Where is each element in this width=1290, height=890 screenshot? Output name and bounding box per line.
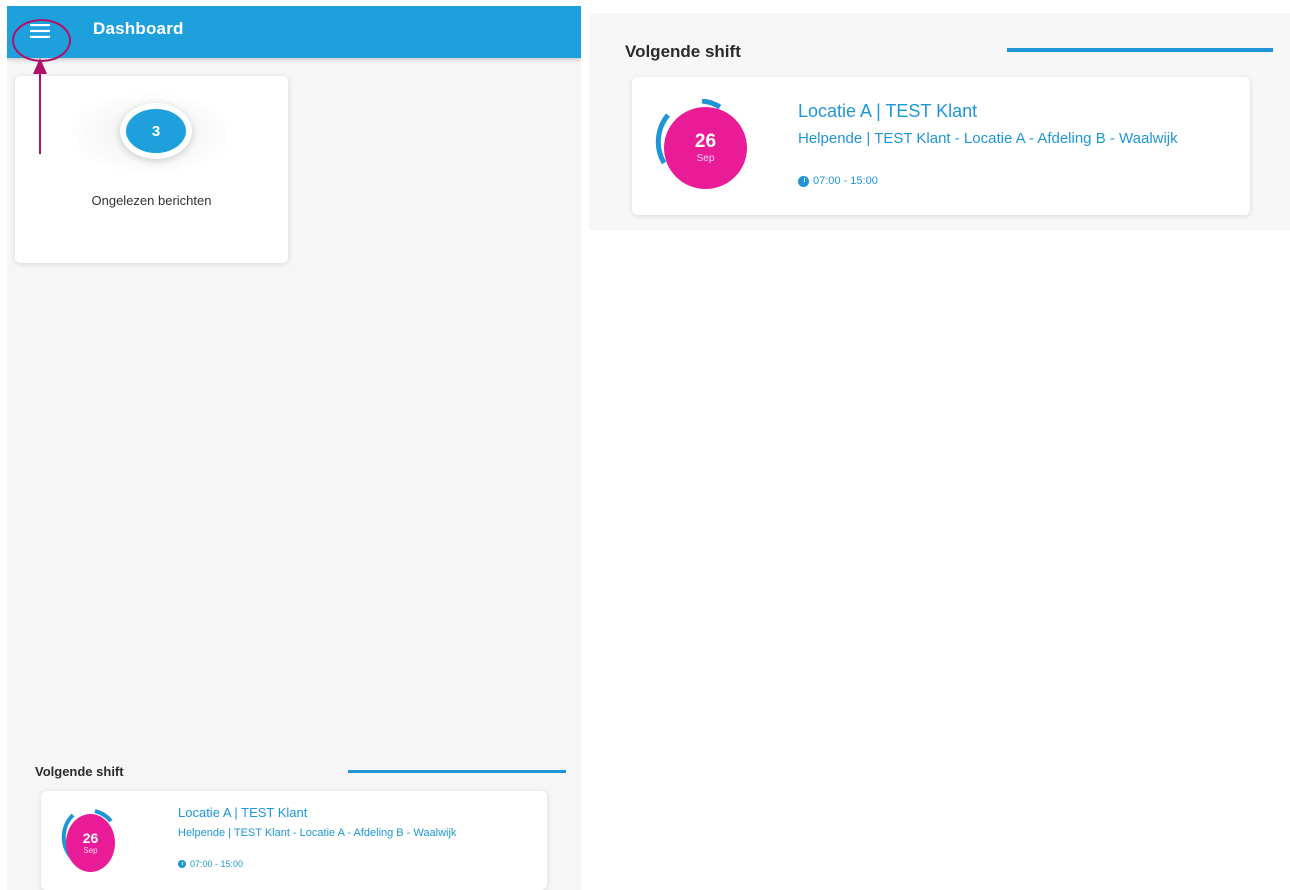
clock-icon-zoomed [798, 175, 809, 187]
date-day-zoomed: 26 [694, 131, 717, 152]
date-badge: 26 Sep [66, 814, 115, 872]
shift-time-text: 07:00 - 15:00 [190, 859, 244, 869]
shift-time: 07:00 - 15:00 [178, 859, 243, 869]
hamburger-menu-icon [30, 24, 50, 38]
app-bar: Dashboard [7, 6, 581, 58]
date-month: Sep [83, 846, 98, 855]
shift-time-zoomed: 07:00 - 15:00 [798, 175, 878, 187]
unread-messages-card[interactable]: 3 Ongelezen berichten [15, 76, 288, 263]
shift-subtitle-zoomed: Helpende | TEST Klant - Locatie A - Afde… [798, 130, 1178, 147]
next-shift-card[interactable]: 26 Sep Locatie A | TEST Klant Helpende |… [41, 791, 547, 890]
next-shift-card-zoomed[interactable]: 26 Sep Locatie A | TEST Klant Helpende |… [632, 77, 1250, 215]
zoomed-next-shift-panel: Volgende shift 26 Sep Locatie A | TEST K… [589, 13, 1290, 230]
clock-icon [178, 860, 186, 868]
app-screen: Dashboard 3 Ongelezen berichten Volgende… [7, 6, 581, 890]
unread-messages-label: Ongelezen berichten [91, 193, 212, 208]
next-shift-heading: Volgende shift [35, 764, 124, 779]
shift-title: Locatie A | TEST Klant [178, 805, 308, 820]
date-badge-zoomed: 26 Sep [664, 107, 747, 189]
shift-date-zoomed: 26 Sep [654, 99, 748, 191]
shift-time-text-zoomed: 07:00 - 15:00 [813, 175, 878, 187]
unread-count-badge: 3 [120, 103, 192, 159]
shift-title-zoomed: Locatie A | TEST Klant [798, 101, 978, 121]
next-shift-heading-zoomed: Volgende shift [625, 42, 741, 61]
page-title: Dashboard [93, 19, 184, 38]
next-shift-underline [348, 770, 566, 773]
menu-button[interactable] [15, 13, 65, 49]
next-shift-underline-zoomed [1007, 48, 1273, 52]
date-month-zoomed: Sep [696, 153, 715, 164]
shift-date: 26 Sep [61, 805, 121, 877]
unread-count: 3 [126, 109, 186, 153]
shift-subtitle: Helpende | TEST Klant - Locatie A - Afde… [178, 827, 457, 839]
date-day: 26 [82, 830, 99, 846]
